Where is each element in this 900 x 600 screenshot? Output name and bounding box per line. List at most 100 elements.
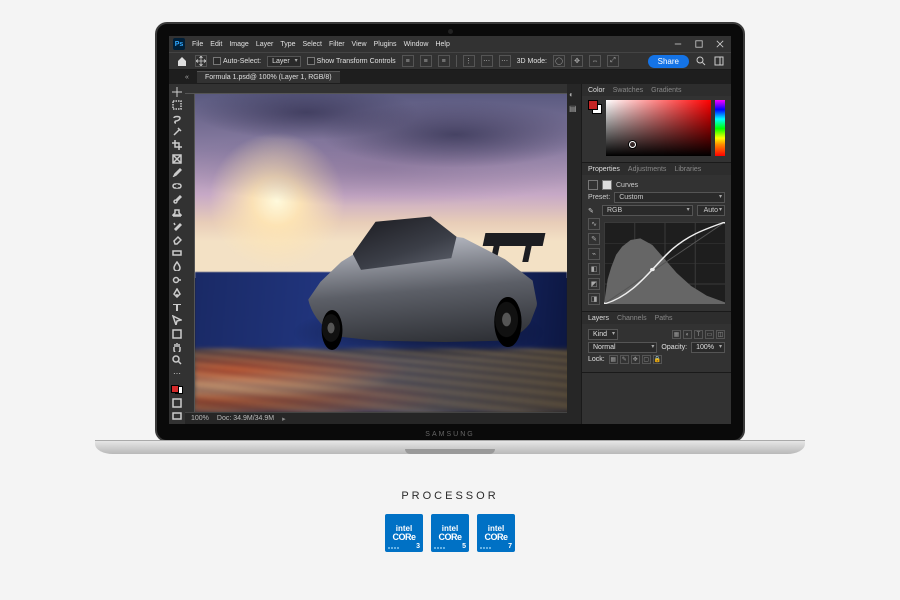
foreground-background-color[interactable] (170, 384, 184, 395)
auto-button[interactable]: Auto (697, 205, 725, 216)
menu-window[interactable]: Window (404, 41, 429, 48)
menu-layer[interactable]: Layer (256, 41, 274, 48)
sample-gray-icon[interactable]: ◩ (588, 278, 600, 290)
tab-libraries[interactable]: Libraries (674, 166, 701, 173)
marquee-tool[interactable] (170, 99, 184, 110)
filter-shape-icon[interactable]: ▭ (705, 330, 714, 339)
window-minimize-button[interactable] (671, 38, 685, 50)
lock-all-icon[interactable]: 🔒 (653, 355, 662, 364)
menu-help[interactable]: Help (435, 41, 449, 48)
opacity-field[interactable]: 100% (691, 342, 725, 353)
channel-eyedropper-icon[interactable]: ✎ (588, 207, 598, 215)
eyedropper-tool[interactable] (170, 167, 184, 178)
app-logo[interactable]: Ps (173, 38, 185, 50)
align-right-icon[interactable]: ≡ (438, 55, 450, 67)
menu-plugins[interactable]: Plugins (374, 41, 397, 48)
3d-pan-icon[interactable]: ✥ (571, 55, 583, 67)
curve-smooth-icon[interactable]: ⌁ (588, 248, 600, 260)
preset-dropdown[interactable]: Custom (614, 192, 725, 203)
sample-black-icon[interactable]: ◧ (588, 263, 600, 275)
tab-swatches[interactable]: Swatches (613, 87, 643, 94)
color-field[interactable] (606, 100, 711, 156)
dodge-tool[interactable] (170, 274, 184, 285)
tab-adjustments[interactable]: Adjustments (628, 166, 667, 173)
frame-tool[interactable] (170, 153, 184, 164)
tab-color[interactable]: Color (588, 87, 605, 94)
dock-icon-history[interactable]: ◐ (569, 90, 579, 100)
3d-scale-icon[interactable]: ⤢ (607, 55, 619, 67)
menu-select[interactable]: Select (303, 41, 322, 48)
curve-point-icon[interactable]: ∿ (588, 218, 600, 230)
lasso-tool[interactable] (170, 113, 184, 124)
pen-tool[interactable] (170, 288, 184, 299)
lock-paint-icon[interactable]: ✎ (620, 355, 629, 364)
curves-graph[interactable] (604, 222, 725, 304)
filter-pixel-icon[interactable]: ▦ (672, 330, 681, 339)
filter-smart-icon[interactable]: ◫ (716, 330, 725, 339)
tab-gradients[interactable]: Gradients (651, 87, 681, 94)
shape-tool[interactable] (170, 328, 184, 339)
layer-kind-dropdown[interactable]: Kind (588, 329, 618, 340)
heal-tool[interactable] (170, 180, 184, 191)
lock-position-icon[interactable]: ✥ (631, 355, 640, 364)
menu-filter[interactable]: Filter (329, 41, 345, 48)
menu-file[interactable]: File (192, 41, 203, 48)
sample-white-icon[interactable]: ◨ (588, 293, 600, 305)
ruler-vertical[interactable] (185, 94, 195, 412)
dock-icon-brush[interactable]: ▤ (569, 104, 579, 114)
screenmode-tool[interactable] (170, 411, 184, 422)
3d-slide-icon[interactable]: ⇔ (589, 55, 601, 67)
edit-toolbar-icon[interactable]: ⋯ (170, 368, 184, 379)
zoom-tool[interactable] (170, 355, 184, 366)
show-transform-checkbox[interactable]: Show Transform Controls (307, 57, 396, 65)
zoom-level[interactable]: 100% (191, 415, 209, 422)
tab-layers[interactable]: Layers (588, 315, 609, 322)
window-maximize-button[interactable] (692, 38, 706, 50)
distribute-h-icon[interactable]: ⋮ (463, 55, 475, 67)
channel-dropdown[interactable]: RGB (602, 205, 693, 216)
tab-paths[interactable]: Paths (655, 315, 673, 322)
hand-tool[interactable] (170, 341, 184, 352)
gradient-tool[interactable] (170, 247, 184, 258)
type-tool[interactable] (170, 301, 184, 312)
menu-type[interactable]: Type (280, 41, 295, 48)
wand-tool[interactable] (170, 126, 184, 137)
move-tool[interactable] (170, 86, 184, 97)
distribute-v-icon[interactable]: ⋯ (481, 55, 493, 67)
color-swatch[interactable] (588, 100, 602, 114)
document-canvas[interactable] (195, 94, 567, 412)
share-button[interactable]: Share (648, 55, 689, 68)
color-picker-handle[interactable] (629, 141, 636, 148)
blend-mode-dropdown[interactable]: Normal (588, 342, 657, 353)
blur-tool[interactable] (170, 261, 184, 272)
filter-adjust-icon[interactable]: ◐ (683, 330, 692, 339)
crop-tool[interactable] (170, 140, 184, 151)
3d-orbit-icon[interactable]: ◯ (553, 55, 565, 67)
menu-edit[interactable]: Edit (210, 41, 222, 48)
history-brush-tool[interactable] (170, 220, 184, 231)
workspace-icon[interactable] (713, 55, 725, 67)
window-close-button[interactable] (713, 38, 727, 50)
curve-draw-icon[interactable]: ✎ (588, 233, 600, 245)
auto-select-dropdown[interactable]: Layer (267, 56, 301, 67)
menu-view[interactable]: View (352, 41, 367, 48)
quickmask-tool[interactable] (170, 397, 184, 408)
document-tab[interactable]: Formula 1.psd@ 100% (Layer 1, RGB/8) (197, 71, 340, 83)
home-icon[interactable] (175, 54, 189, 68)
stamp-tool[interactable] (170, 207, 184, 218)
ruler-horizontal[interactable] (185, 84, 567, 94)
filter-type-icon[interactable]: T (694, 330, 703, 339)
hue-slider[interactable] (715, 100, 725, 156)
menu-image[interactable]: Image (229, 41, 248, 48)
more-options-icon[interactable]: ⋯ (499, 55, 511, 67)
lock-artboard-icon[interactable]: ▢ (642, 355, 651, 364)
lock-transparency-icon[interactable]: ▦ (609, 355, 618, 364)
search-icon[interactable] (695, 55, 707, 67)
align-center-icon[interactable]: ≡ (420, 55, 432, 67)
path-tool[interactable] (170, 314, 184, 325)
auto-select-checkbox[interactable]: Auto-Select: (213, 57, 261, 65)
brush-tool[interactable] (170, 194, 184, 205)
align-left-icon[interactable]: ≡ (402, 55, 414, 67)
tab-chevron-icon[interactable]: « (185, 74, 191, 80)
tab-channels[interactable]: Channels (617, 315, 647, 322)
